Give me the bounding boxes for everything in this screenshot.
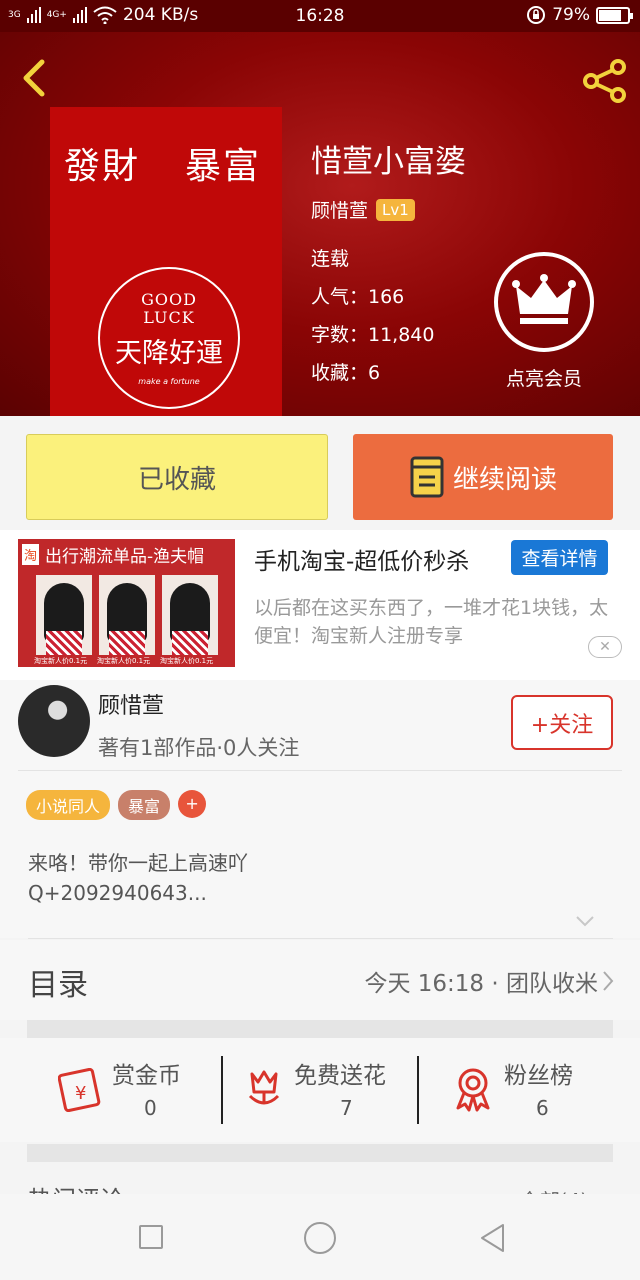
vip-label[interactable]: 点亮会员 <box>480 364 608 391</box>
status-right: 79% <box>526 5 633 25</box>
fan-ranking-value: 6 <box>536 1096 549 1120</box>
header-author[interactable]: 顾惜萱 <box>311 196 368 223</box>
follow-button[interactable]: +关注 <box>511 695 613 750</box>
tag-baofu[interactable]: 暴富 <box>118 790 171 820</box>
book-description[interactable]: 来咯！带你一起上高速吖 Q+2092940643... <box>28 848 248 908</box>
home-icon[interactable] <box>304 1222 336 1254</box>
add-tag-button[interactable]: + <box>178 790 207 818</box>
system-nav-bar <box>0 1194 640 1280</box>
status-bar: 3G 4G+ 204 KB/s 16:28 79% <box>0 0 640 32</box>
popularity: 人气：166 <box>311 286 405 308</box>
cover-fortune: make a fortune <box>138 377 200 386</box>
nav-back-icon[interactable] <box>478 1222 506 1254</box>
section-separator <box>27 1144 613 1162</box>
continue-reading-button[interactable]: 继续阅读 <box>353 434 613 520</box>
reward-coins-label: 赏金币 <box>112 1063 181 1089</box>
divider <box>28 938 613 939</box>
cover-good-luck: GOOD LUCK <box>100 291 238 327</box>
level-badge: Lv1 <box>376 198 415 221</box>
ad-photo <box>99 575 155 655</box>
serial-status: 连载 <box>311 248 350 270</box>
author-line: 顾惜萱 Lv1 <box>311 196 415 223</box>
chevron-right-icon <box>603 971 614 991</box>
stats-row: ¥ 赏金币 0 免费送花 7 粉丝榜 6 <box>0 1038 640 1142</box>
section-separator <box>27 1020 613 1038</box>
red-envelope-icon: ¥ <box>58 1068 101 1112</box>
catalog-label: 目录 <box>28 968 88 1003</box>
ad-price: 淘宝新人价0.1元 <box>160 657 214 665</box>
author-name[interactable]: 顾惜萱 <box>98 688 164 720</box>
catalog-row[interactable]: 目录 今天 16:18 · 团队收米 <box>0 940 640 1020</box>
author-section: 顾惜萱 著有1部作品·0人关注 +关注 小说同人 暴富 + 来咯！带你一起上高速… <box>0 680 640 939</box>
description-line-1: 来咯！带你一起上高速吖 <box>28 851 248 875</box>
taobao-icon: 淘 <box>22 543 40 565</box>
vertical-divider <box>417 1056 419 1124</box>
ad-banner-text: 出行潮流单品-渔夫帽 <box>45 546 205 567</box>
ad-detail-button[interactable]: 查看详情 <box>511 540 608 575</box>
tag-fanfic[interactable]: 小说同人 <box>26 790 111 820</box>
description-line-2: Q+2092940643... <box>28 881 207 905</box>
recent-apps-icon[interactable] <box>139 1225 163 1249</box>
crown-icon <box>512 274 576 324</box>
ad-title[interactable]: 手机淘宝-超低价秒杀 <box>254 542 469 576</box>
battery-percent: 79% <box>552 5 590 25</box>
tag-list: 小说同人 暴富 + <box>26 790 207 820</box>
favorites-count: 收藏：6 <box>311 362 381 384</box>
word-count: 字数：11,840 <box>311 324 435 346</box>
book-icon <box>410 456 444 498</box>
battery-fill <box>599 9 622 21</box>
cover-circle: GOOD LUCK 天降好運 make a fortune <box>98 267 240 409</box>
ad-photo <box>36 575 92 655</box>
book-cover[interactable]: 發財 暴富 GOOD LUCK 天降好運 make a fortune <box>50 107 282 416</box>
ad-image[interactable]: 淘 出行潮流单品-渔夫帽 淘宝新人价0.1元 淘宝新人价0.1元 淘宝新人价0.… <box>18 539 235 667</box>
cover-tian: 天降好運 <box>115 338 223 369</box>
flower-icon <box>248 1070 280 1105</box>
ad-price: 淘宝新人价0.1元 <box>34 657 88 665</box>
cover-good: GOOD <box>141 290 197 309</box>
chevron-down-icon[interactable] <box>575 915 595 927</box>
ad-photo <box>162 575 218 655</box>
vip-crown-button[interactable] <box>494 252 594 352</box>
battery-icon <box>596 6 633 24</box>
ad-description: 以后都在这买东西了，一堆才花1块钱，太便宜！淘宝新人注册专享 <box>254 597 609 647</box>
ad-image-header: 淘 出行潮流单品-渔夫帽 <box>18 539 235 569</box>
reward-coins-value: 0 <box>144 1096 157 1120</box>
svg-text:¥: ¥ <box>75 1083 86 1104</box>
collected-button[interactable]: 已收藏 <box>26 434 328 520</box>
fan-ranking-label: 粉丝榜 <box>504 1063 573 1089</box>
ad-banner[interactable]: 淘 出行潮流单品-渔夫帽 淘宝新人价0.1元 淘宝新人价0.1元 淘宝新人价0.… <box>0 530 640 680</box>
catalog-update-info: 今天 16:18 · 团队收米 <box>364 971 598 997</box>
book-title: 惜萱小富婆 <box>311 144 466 180</box>
back-icon[interactable] <box>16 56 52 100</box>
cover-text-baofu: 暴富 <box>185 146 262 187</box>
rotation-lock-icon <box>527 6 546 24</box>
ad-close-icon[interactable]: ✕ <box>588 636 622 658</box>
author-works: 著有1部作品·0人关注 <box>98 736 300 760</box>
cover-luck: LUCK <box>143 308 195 327</box>
share-icon[interactable] <box>580 58 630 104</box>
medal-icon <box>456 1068 490 1112</box>
vertical-divider <box>221 1056 223 1124</box>
free-flowers-label: 免费送花 <box>294 1063 386 1089</box>
ad-price: 淘宝新人价0.1元 <box>97 657 151 665</box>
avatar[interactable] <box>18 685 90 757</box>
book-header: 發財 暴富 GOOD LUCK 天降好運 make a fortune 惜萱小富婆… <box>0 32 640 416</box>
continue-reading-label: 继续阅读 <box>452 464 557 495</box>
free-flowers-value: 7 <box>340 1096 353 1120</box>
cover-text-facai: 發財 <box>64 146 141 187</box>
divider <box>18 770 622 771</box>
